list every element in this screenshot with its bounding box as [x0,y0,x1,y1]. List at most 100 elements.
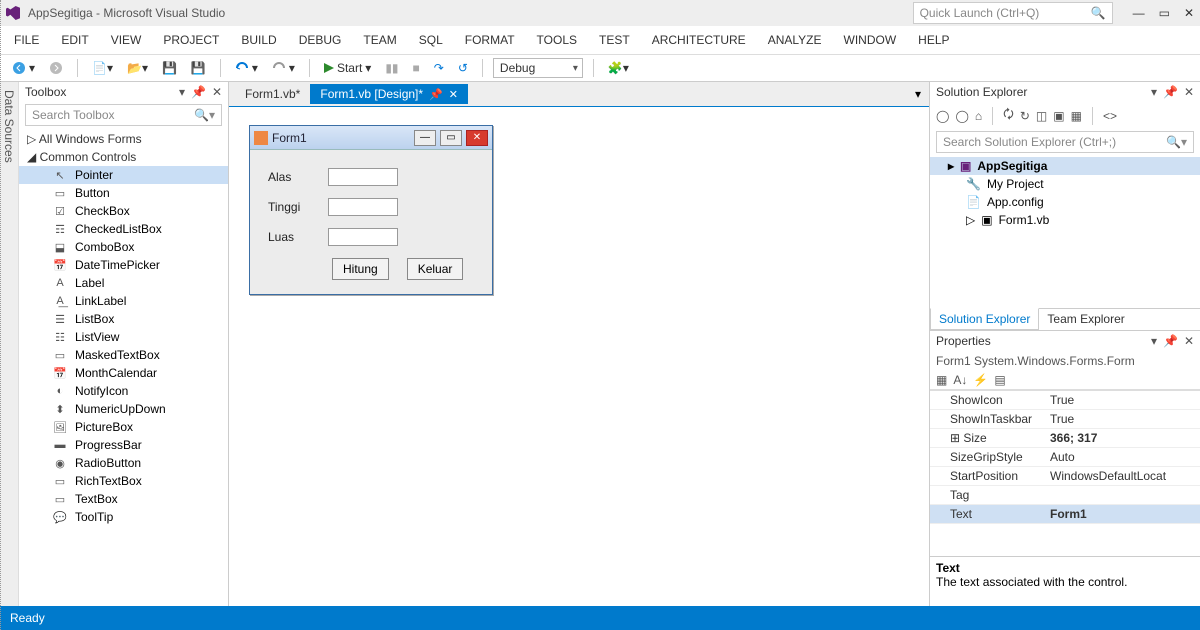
toolbox-item-button[interactable]: ▭Button [19,184,228,202]
toolbox-item-progressbar[interactable]: ▬ProgressBar [19,436,228,454]
property-row[interactable]: TextForm1 [930,505,1200,524]
events-icon[interactable]: ⚡ [973,373,988,387]
toolbox-item-listbox[interactable]: ☰ListBox [19,310,228,328]
config-dropdown[interactable]: Debug [493,58,583,78]
tab-close-icon[interactable]: ✕ [449,88,458,101]
toolbox-item-radiobutton[interactable]: ◉RadioButton [19,454,228,472]
home-icon[interactable]: ⌂ [975,109,982,123]
toolbox-item-monthcalendar[interactable]: 📅MonthCalendar [19,364,228,382]
menu-view[interactable]: VIEW [111,33,142,47]
property-row[interactable]: ShowIconTrue [930,391,1200,410]
document-tab[interactable]: Form1.vb [Design]* 📌✕ [310,84,468,104]
open-button[interactable]: 📂▾ [123,59,152,77]
toolbox-item-notifyicon[interactable]: ◐NotifyIcon [19,382,228,400]
menu-build[interactable]: BUILD [241,33,276,47]
close-panel-icon[interactable]: ✕ [212,85,222,99]
close-panel-icon[interactable]: ✕ [1184,85,1194,99]
panel-tab[interactable]: Team Explorer [1039,309,1132,330]
toolbox-category[interactable]: ◢ Common Controls [19,148,228,166]
luas-input[interactable] [328,228,398,246]
hitung-button[interactable]: Hitung [332,258,389,280]
close-panel-icon[interactable]: ✕ [1184,334,1194,348]
form-min-icon[interactable]: — [414,130,436,146]
nav-back-icon[interactable]: ◯ [936,109,949,123]
menu-team[interactable]: TEAM [363,33,396,47]
new-project-button[interactable]: 📄▾ [88,59,117,77]
save-all-button[interactable]: 💾 [187,59,210,77]
keluar-button[interactable]: Keluar [407,258,464,280]
alas-input[interactable] [328,168,398,186]
toolbox-item-combobox[interactable]: ⬓ComboBox [19,238,228,256]
menu-file[interactable]: FILE [14,33,39,47]
step-into-button[interactable]: ↷ [430,59,448,77]
code-view-icon[interactable]: <> [1103,109,1117,123]
nav-back-button[interactable]: ▾ [8,59,39,77]
maximize-icon[interactable]: ▭ [1159,6,1170,20]
toolbox-search[interactable]: Search Toolbox 🔍▾ [25,104,222,126]
property-row[interactable]: SizeGripStyleAuto [930,448,1200,467]
panel-tab[interactable]: Solution Explorer [930,308,1039,330]
sync-icon[interactable]: ↻ [1020,109,1030,123]
toolbox-item-richtextbox[interactable]: ▭RichTextBox [19,472,228,490]
property-row[interactable]: Tag [930,486,1200,505]
quick-launch-input[interactable]: Quick Launch (Ctrl+Q) 🔍 [913,2,1113,24]
minimize-icon[interactable]: — [1133,6,1145,20]
menu-edit[interactable]: EDIT [61,33,88,47]
data-sources-tab[interactable]: Data Sources [0,82,19,606]
toolbox-item-listview[interactable]: ☷ListView [19,328,228,346]
pin-icon[interactable]: 📌 [1163,85,1178,99]
toolbox-item-picturebox[interactable]: 🖼PictureBox [19,418,228,436]
show-all-icon[interactable]: ◫ [1036,109,1047,123]
menu-test[interactable]: TEST [599,33,630,47]
toolbox-item-linklabel[interactable]: A͟LinkLabel [19,292,228,310]
toolbox-item-checkedlistbox[interactable]: ☶CheckedListBox [19,220,228,238]
undo-button[interactable]: ▾ [231,59,262,77]
dropdown-icon[interactable]: ▾ [1151,85,1157,99]
solution-item[interactable]: 🔧 My Project [930,175,1200,193]
toolbox-item-datetimepicker[interactable]: 📅DateTimePicker [19,256,228,274]
pause-button[interactable]: ▮▮ [381,59,402,77]
save-button[interactable]: 💾 [158,59,181,77]
menu-sql[interactable]: SQL [419,33,443,47]
toolbox-item-label[interactable]: ALabel [19,274,228,292]
solution-search[interactable]: Search Solution Explorer (Ctrl+;) 🔍▾ [936,131,1194,153]
menu-format[interactable]: FORMAT [465,33,515,47]
pin-icon[interactable]: 📌 [1163,334,1178,348]
solution-root[interactable]: ▸ ▣ AppSegitiga [930,157,1200,175]
alphabetical-icon[interactable]: A↓ [953,373,967,387]
properties-object[interactable]: Form1 System.Windows.Forms.Form [930,351,1200,371]
property-pages-icon[interactable]: ▤ [994,373,1005,387]
nav-fwd-icon[interactable]: ◯ [955,109,968,123]
form-designer-window[interactable]: Form1 — ▭ ✕ AlasTinggiLuasHitungKeluar [249,125,493,295]
solution-item[interactable]: 📄 App.config [930,193,1200,211]
categorized-icon[interactable]: ▦ [936,373,947,387]
stop-button[interactable]: ■ [409,59,424,77]
properties-icon[interactable]: ▦ [1071,109,1082,123]
property-row[interactable]: StartPositionWindowsDefaultLocat [930,467,1200,486]
collapse-icon[interactable]: ▣ [1053,109,1064,123]
tab-overflow-icon[interactable]: ▾ [907,87,929,101]
toolbox-item-pointer[interactable]: ↖Pointer [19,166,228,184]
refresh-icon[interactable]: 🗘 [1003,105,1014,126]
menu-window[interactable]: WINDOW [844,33,897,47]
toolbox-item-tooltip[interactable]: 💬ToolTip [19,508,228,526]
dropdown-icon[interactable]: ▾ [179,85,185,99]
property-row[interactable]: ⊞ Size366; 317 [930,429,1200,448]
document-tab[interactable]: Form1.vb* [235,84,310,104]
step-over-button[interactable]: ↺ [454,59,472,77]
redo-button[interactable]: ▾ [268,59,299,77]
toolbox-category[interactable]: ▷ All Windows Forms [19,130,228,148]
dropdown-icon[interactable]: ▾ [1151,334,1157,348]
menu-analyze[interactable]: ANALYZE [768,33,822,47]
property-row[interactable]: ShowInTaskbarTrue [930,410,1200,429]
form-max-icon[interactable]: ▭ [440,130,462,146]
menu-project[interactable]: PROJECT [163,33,219,47]
toolbox-item-numericupdown[interactable]: ⬍NumericUpDown [19,400,228,418]
toolbox-item-maskedtextbox[interactable]: ▭MaskedTextBox [19,346,228,364]
start-button[interactable]: Start ▾ [320,59,375,77]
menu-architecture[interactable]: ARCHITECTURE [652,33,746,47]
nav-fwd-button[interactable] [45,59,67,77]
close-icon[interactable]: ✕ [1184,6,1194,20]
menu-help[interactable]: HELP [918,33,949,47]
pin-icon[interactable]: 📌 [191,85,206,99]
